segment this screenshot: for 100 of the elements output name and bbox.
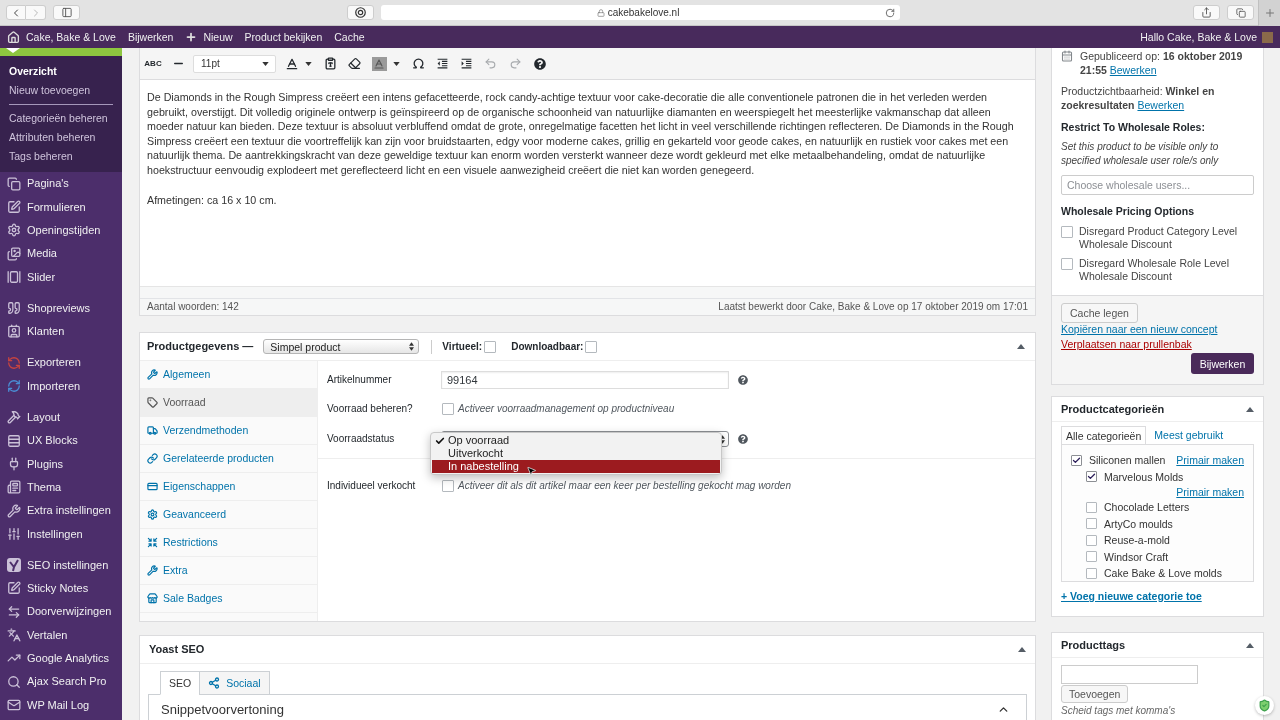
sidebar-menu-item[interactable]: Importeren [0,374,122,398]
add-category-link[interactable]: + Voeg nieuwe categorie toe [1061,590,1202,602]
category-checkbox[interactable] [1086,534,1097,546]
category-tab[interactable]: Alle categorieën [1061,426,1147,444]
product-data-tab[interactable]: Extra [140,557,317,585]
product-data-tab[interactable]: Sale Badges [140,585,317,613]
caret-up-icon[interactable] [1246,406,1254,412]
sidebar-menu-item[interactable]: Doorverwijzingen [0,600,122,624]
sidebar-menu-item[interactable]: Thema [0,475,122,499]
tag-icon [147,397,158,408]
sidebar-menu-item[interactable]: Sticky Notes [0,576,122,601]
strikethrough-button[interactable]: ABC [143,53,163,74]
field-checkbox[interactable] [442,480,454,492]
dropdown-option[interactable]: In nabestelling [432,460,720,473]
field-checkbox[interactable] [442,403,454,415]
option-checkbox[interactable] [585,340,598,353]
text-input[interactable]: 99164 [441,371,729,389]
editor-paragraph: De Diamonds in the Rough Simpress creëert een intens gefacetteerde, rock candy-achtige textuur voor cake-decoratie die alle conventionele patronen die in het verleden werden gebruikt, overstijgt. Dit volledig originele ontwerp is geïnspireerd op de organische schoonheid van natuurlijke diamanten en weerspiegelt het meesterlijke vakmanschap dat alleen moeder natuur kan bieden. Deze textuur is absoluut verbluffend omdat de grote, onregelmatige facetten het licht in veel verschillende richtingen reflecteren. De Diamonds in the Rough Simpress creëert een textuur die voortreffelijk kan zijn voor bruidstaarten, edgy voor moderne cakes, grillig en gekarteld voor geode cakes, en natuurlijk en rustiek voor cakes met een natuurlijk thema. De aantrekkingskracht van deze geweldige textuur kan enorm worden versterkt wanneer deze wordt gekleurd met elke metaalbehandeling, omdat de natuurlijke hoekstructuur eenvoudig explodeert met gereflecteerd licht en een visuele aanwezigheid creëert die niet kan worden genegeerd. [147,90,1015,178]
avatar-placeholder[interactable] [1262,31,1273,43]
circular-arrows-icon [7,355,21,370]
pricing-checkbox[interactable] [1061,226,1073,238]
sidebar-menu-item[interactable]: Formulieren [0,195,122,219]
sidebar-menu-item[interactable]: Slider [0,265,122,289]
admin-bar-link[interactable]: Cake, Bake & Love [7,30,116,44]
caret-up-icon[interactable] [1017,344,1025,349]
product-type-select[interactable]: Simpel product [263,339,420,354]
product-data-tab[interactable]: Geavanceerd [140,501,317,529]
dropdown-option[interactable]: Op voorraad [432,434,720,447]
category-checkbox[interactable] [1086,501,1097,513]
caret-down-icon [304,61,312,66]
submenu-link[interactable]: Overzicht [0,62,122,81]
edit-link[interactable]: Bewerken [1137,99,1185,111]
caret-up-icon[interactable] [1018,647,1026,652]
category-label: Windsor Craft [1104,550,1169,563]
reload-icon[interactable] [885,7,895,18]
product-data-tab[interactable]: Gerelateerde producten [140,445,317,473]
product-data-tab[interactable]: Eigenschappen [140,473,317,501]
pencil-square-icon [7,581,21,596]
password-button[interactable] [347,5,374,20]
category-checkbox[interactable] [1071,454,1082,466]
sidebar-menu-item[interactable]: Shopreviews [0,296,122,320]
sidebar-menu-item[interactable]: Layout [0,405,122,429]
sidebar-menu-item[interactable]: Vertalen [0,623,122,647]
submenu-link[interactable]: Tags beheren [0,147,122,166]
font-size-select[interactable]: 11pt [193,54,276,73]
sidebar-menu-item[interactable]: Instellingen [0,522,122,546]
category-checkbox[interactable] [1086,567,1097,579]
sidebar-menu-item[interactable]: SEO instellingen [0,553,122,577]
add-tag-button[interactable]: Toevoegen [1061,685,1129,703]
caret-up-icon[interactable] [1246,642,1254,648]
product-data-tab[interactable]: Voorraad [140,389,317,417]
sidebar-menu-item[interactable]: Extra instellingen [0,498,122,523]
clear-cache-button[interactable]: Cache legen [1061,303,1138,323]
option-checkbox[interactable] [484,340,497,353]
category-checkbox[interactable] [1086,551,1097,563]
category-checkbox[interactable] [1086,518,1097,530]
share-button[interactable] [1193,5,1220,20]
sidebar-menu-item[interactable]: Exporteren [0,351,122,375]
back-button[interactable] [6,5,26,20]
plug-icon [7,456,21,471]
sidebar-menu-item[interactable]: Klanten [0,319,122,344]
yoast-tab[interactable]: SEO [160,671,201,695]
sidebar-menu-item[interactable]: Media [0,241,122,266]
update-button[interactable]: Bijwerken [1191,353,1254,374]
tick-icon [1072,455,1081,465]
product-data-tab[interactable]: Restrictions [140,529,317,557]
make-primary-link[interactable]: Primair maken [1176,486,1244,498]
circular-arrows-icon [7,379,21,393]
sidebar-menu-item[interactable]: Plugins [0,452,122,476]
category-tab[interactable]: Meest gebruikt [1150,426,1228,444]
submenu-link[interactable]: Categorieën beheren [0,109,122,128]
trash-link[interactable]: Verplaatsen naar prullenbak [1061,338,1192,351]
product-data-tab[interactable]: Verzendmethoden [140,417,317,445]
category-label: Reuse-a-mold [1104,534,1170,547]
copy-draft-link[interactable]: Kopiëren naar een nieuw concept [1061,323,1218,336]
admin-bar-link[interactable]: Cache [334,30,365,44]
pricing-checkbox[interactable] [1061,258,1073,270]
dropdown-option[interactable]: Uitverkocht [432,447,720,460]
sidebar-menu-item[interactable]: Pagina's [0,172,122,196]
sidebar-toggle-button[interactable] [53,5,80,20]
help-icon[interactable] [738,434,748,444]
edit-link[interactable]: Bewerken [1109,64,1157,76]
account-link[interactable]: Hallo Cake, Bake & Love [1140,30,1257,44]
tabs-overview-button[interactable] [1227,5,1254,20]
sidebar-menu-item[interactable]: WP Mail Log [0,693,122,717]
tag-input[interactable] [1061,665,1198,684]
yoast-tab[interactable]: Sociaal [199,671,270,695]
sidebar-menu-item[interactable]: Openingstijden [0,218,122,242]
sidebar-menu-item[interactable]: Ajax Search Pro [0,669,122,694]
sidebar-menu-item[interactable]: Google Analytics [0,646,122,670]
address-bar[interactable]: cakebakelove.nl [381,5,900,20]
category-checkbox[interactable] [1086,471,1097,483]
submenu-link[interactable]: Nieuw toevoegen [0,81,122,100]
admin-bar-link[interactable]: Bijwerken [127,30,174,44]
admin-bar-link[interactable]: Nieuw [185,30,233,44]
help-icon[interactable] [738,375,748,385]
make-primary-link[interactable]: Primair maken [1176,454,1244,467]
admin-bar-link[interactable]: Product bekijken [244,30,323,44]
submenu-link[interactable]: Attributen beheren [0,128,122,147]
sidebar-menu-item[interactable]: UX Blocks [0,428,122,453]
